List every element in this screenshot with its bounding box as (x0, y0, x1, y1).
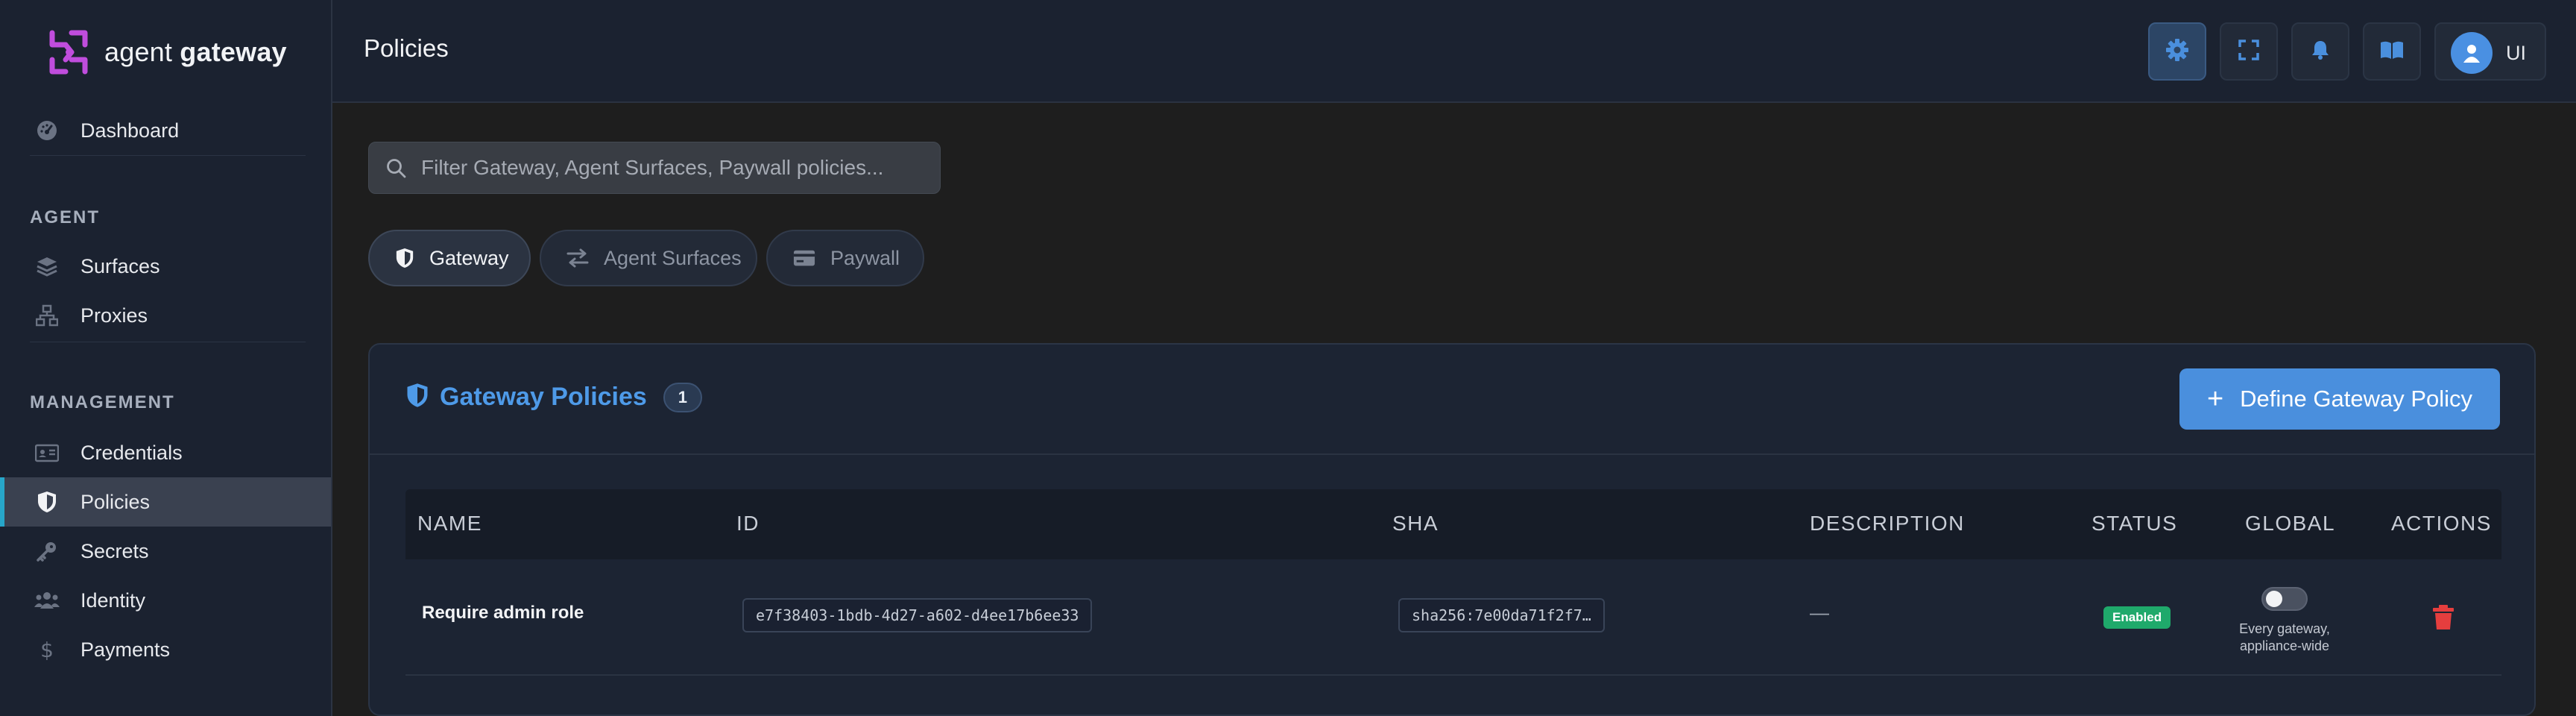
sidebar-item-label: Policies (80, 490, 151, 513)
plus-icon: + (2206, 383, 2224, 415)
column-header-id[interactable]: ID (736, 512, 760, 536)
sidebar-item-identity[interactable]: Identity (0, 576, 331, 625)
key-icon (34, 538, 60, 564)
button-label: Define Gateway Policy (2240, 386, 2473, 412)
sidebar-item-label: Surfaces (80, 254, 160, 277)
user-initials: UI (2506, 42, 2526, 64)
count-badge: 1 (663, 382, 702, 412)
sidebar-item-payments[interactable]: $ Payments (0, 625, 331, 674)
fullscreen-icon (2238, 39, 2260, 65)
gauge-icon (34, 118, 60, 143)
tab-paywall[interactable]: Paywall (766, 230, 924, 286)
shield-icon (395, 247, 414, 269)
notifications-button[interactable] (2291, 22, 2349, 81)
tab-gateway[interactable]: Gateway (368, 230, 531, 286)
delete-button[interactable] (2431, 604, 2455, 631)
sidebar-item-label: Payments (80, 638, 171, 661)
sidebar-item-label: Credentials (80, 441, 183, 464)
column-header-status[interactable]: STATUS (2092, 512, 2177, 536)
user-menu-button[interactable]: UI (2434, 22, 2546, 81)
tab-label: Gateway (429, 246, 509, 269)
policy-name[interactable]: Require admin role (422, 603, 584, 624)
shield-icon (34, 489, 60, 515)
table-row[interactable]: Require admin role e7f38403-1bdb-4d27-a6… (405, 559, 2501, 676)
toggle-knob (2266, 591, 2282, 607)
sidebar-item-label: Dashboard (80, 119, 180, 142)
column-header-name[interactable]: NAME (417, 512, 482, 536)
user-icon (2463, 45, 2480, 63)
tab-label: Paywall (830, 246, 900, 269)
search-input[interactable] (421, 142, 928, 193)
brand-logo-icon (49, 30, 88, 75)
docs-button[interactable] (2363, 22, 2421, 81)
fullscreen-button[interactable] (2220, 22, 2278, 81)
policy-description: — (1810, 601, 1829, 624)
policy-id[interactable]: e7f38403-1bdb-4d27-a602-d4ee17b6ee33 (742, 598, 1093, 632)
trash-icon (2433, 605, 2454, 629)
tab-agent-surfaces[interactable]: Agent Surfaces (540, 230, 757, 286)
section-title-agent: AGENT (30, 207, 100, 227)
global-hint: Every gateway, appliance-wide (2239, 621, 2330, 653)
policy-sha[interactable]: sha256:7e00da71f2f7… (1398, 598, 1605, 632)
sidebar-item-credentials[interactable]: Credentials (0, 428, 331, 477)
global-toggle[interactable] (2261, 587, 2308, 611)
define-gateway-policy-button[interactable]: + Define Gateway Policy (2179, 368, 2500, 430)
sidebar-item-dashboard[interactable]: Dashboard (0, 106, 331, 155)
search-box[interactable] (368, 142, 941, 194)
table-header: NAME ID SHA DESCRIPTION STATUS GLOBAL AC… (405, 489, 2501, 559)
sidebar-item-proxies[interactable]: Proxies (0, 291, 331, 340)
network-icon (34, 303, 60, 328)
users-icon (34, 588, 60, 613)
brand-name: agent gateway (104, 37, 287, 67)
sidebar-item-label: Identity (80, 588, 146, 612)
brand[interactable]: agent gateway (46, 28, 287, 76)
column-header-description[interactable]: DESCRIPTION (1810, 512, 1965, 536)
avatar (2451, 32, 2493, 74)
card-title: Gateway Policies (440, 383, 647, 411)
column-header-sha[interactable]: SHA (1392, 512, 1439, 536)
tab-label: Agent Surfaces (604, 246, 742, 269)
search-icon (385, 157, 408, 183)
sidebar: agent gateway Dashboard AGENT Surfaces P… (0, 0, 332, 716)
divider (30, 155, 306, 156)
sidebar-item-surfaces[interactable]: Surfaces (0, 242, 331, 291)
settings-button[interactable] (2148, 22, 2206, 81)
bell-icon (2309, 39, 2332, 65)
svg-text:$: $ (40, 638, 54, 661)
status-badge: Enabled (2103, 606, 2171, 629)
sidebar-item-label: Secrets (80, 539, 149, 562)
card-title-group: Gateway Policies 1 (405, 382, 702, 412)
layers-icon (34, 254, 60, 279)
card-header: Gateway Policies 1 + Define Gateway Poli… (370, 345, 2534, 455)
gateway-policies-card: Gateway Policies 1 + Define Gateway Poli… (368, 343, 2536, 716)
column-header-actions: ACTIONS (2391, 512, 2492, 535)
book-icon (2379, 39, 2405, 65)
page-title: Policies (364, 34, 449, 62)
settings-icon (2165, 37, 2190, 66)
section-title-management: MANAGEMENT (30, 392, 175, 412)
dollar-icon: $ (34, 637, 60, 662)
sidebar-item-label: Proxies (80, 304, 148, 327)
credit-card-icon (793, 247, 815, 269)
column-header-global[interactable]: GLOBAL (2245, 512, 2335, 536)
shield-icon (405, 382, 429, 412)
sidebar-item-secrets[interactable]: Secrets (0, 527, 331, 576)
swap-icon (566, 247, 589, 269)
sidebar-item-policies[interactable]: Policies (0, 477, 331, 527)
top-bar: Policies UI (332, 0, 2576, 103)
id-card-icon (34, 440, 60, 465)
